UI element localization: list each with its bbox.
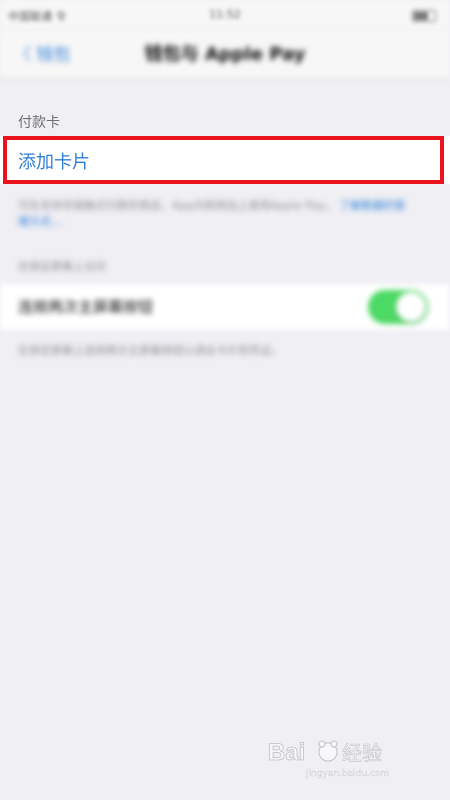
double-click-row[interactable]: 连按两次主屏幕按钮 (0, 284, 450, 330)
lock-screen-footer-note: 在锁定屏幕上连按两次主屏幕按钮以调出卡片和凭证。 (18, 344, 282, 357)
double-click-toggle[interactable] (368, 290, 428, 324)
baidu-watermark: Bai 经验 jingyan.baidu.com (266, 730, 426, 780)
toggle-knob (396, 292, 426, 322)
status-bar: 中国联通 令 11:52 (0, 0, 450, 30)
svg-text:经验: 经验 (342, 741, 382, 765)
double-click-label: 连按两次主屏幕按钮 (18, 298, 154, 316)
battery-icon (412, 10, 436, 22)
highlight-box (3, 136, 444, 184)
section-header-lock-screen: 在锁定屏幕上访问 (18, 260, 106, 273)
section-header-payment-cards: 付款卡 (18, 115, 60, 131)
status-time: 11:52 (209, 8, 241, 21)
page-title: 钱包与 Apple Pay (144, 44, 306, 65)
baidu-logo-icon: Bai 经验 jingyan.baidu.com (268, 739, 390, 780)
svg-text:jingyan.baidu.com: jingyan.baidu.com (305, 769, 389, 779)
svg-text:Bai: Bai (268, 739, 305, 766)
navigation-bar: 〈 钱包 钱包与 Apple Pay (0, 30, 450, 79)
payment-footer-text: 可在支持非接触式付款的商店、App内和网站上使用Apple Pay。 (18, 199, 336, 212)
payment-footer-note: 可在支持非接触式付款的商店、App内和网站上使用Apple Pay。 了解数据的… (18, 198, 408, 230)
